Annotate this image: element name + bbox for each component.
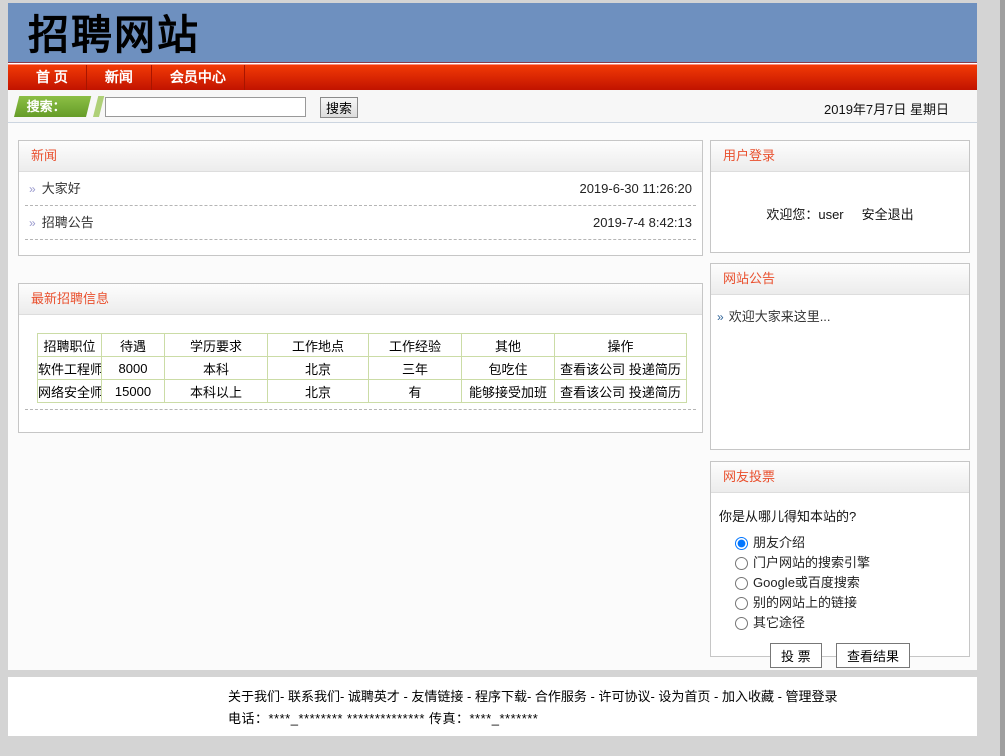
main-nav: 首 页 新闻 会员中心 [8, 65, 977, 90]
job-location: 北京 [268, 357, 369, 380]
col-actions: 操作 [555, 334, 687, 357]
col-education: 学历要求 [165, 334, 268, 357]
col-experience: 工作经验 [369, 334, 462, 357]
poll-radio[interactable] [735, 597, 748, 610]
notice-panel-title: 网站公告 [711, 264, 969, 295]
notice-text[interactable]: 欢迎大家来这里... [729, 309, 831, 324]
jobs-dashed-divider [25, 409, 696, 410]
footer: 关于我们- 联系我们- 诚聘英才 - 友情链接 - 程序下载- 合作服务 - 许… [8, 677, 977, 736]
poll-option-label: Google或百度搜索 [753, 573, 860, 593]
news-item[interactable]: » 大家好 2019-6-30 11:26:20 [25, 172, 696, 206]
job-experience: 三年 [369, 357, 462, 380]
news-item-time: 2019-6-30 11:26:20 [579, 172, 692, 206]
col-salary: 待遇 [102, 334, 165, 357]
news-list: » 大家好 2019-6-30 11:26:20 » 招聘公告 2019-7-4 8… [19, 172, 702, 240]
poll-option[interactable]: 门户网站的搜索引擎 [735, 553, 969, 573]
view-company-link[interactable]: 查看该公司 [560, 362, 625, 377]
notice-item[interactable]: » 欢迎大家来这里... [711, 295, 969, 336]
table-row: 网络安全师 15000 本科以上 北京 有 能够接受加班 查看该公司 投递简历 [38, 380, 687, 403]
site-title: 招聘网站 [8, 3, 977, 59]
col-location: 工作地点 [268, 334, 369, 357]
search-button[interactable]: 搜索 [320, 97, 358, 118]
poll-option-label: 其它途径 [753, 613, 805, 633]
news-panel-title: 新闻 [19, 141, 702, 172]
news-item[interactable]: » 招聘公告 2019-7-4 8:42:13 [25, 206, 696, 240]
username: user [818, 207, 843, 222]
news-panel: 新闻 » 大家好 2019-6-30 11:26:20 » 招聘公告 2019-7-… [18, 140, 703, 256]
col-other: 其他 [462, 334, 555, 357]
footer-links[interactable]: 关于我们- 联系我们- 诚聘英才 - 友情链接 - 程序下载- 合作服务 - 许… [228, 686, 977, 708]
jobs-table: 招聘职位 待遇 学历要求 工作地点 工作经验 其他 操作 软件工程师 8000 … [37, 333, 687, 403]
apply-link[interactable]: 投递简历 [629, 362, 681, 377]
apply-link[interactable]: 投递简历 [629, 385, 681, 400]
jobs-panel-title: 最新招聘信息 [19, 284, 702, 315]
login-panel-title: 用户登录 [711, 141, 969, 172]
login-panel: 用户登录 欢迎您：user 安全退出 [710, 140, 970, 253]
poll-option[interactable]: Google或百度搜索 [735, 573, 969, 593]
page: 招聘网站 首 页 新闻 会员中心 搜索： 搜索 2019年7月7日 星期日 新闻… [8, 3, 977, 736]
poll-option[interactable]: 其它途径 [735, 613, 969, 633]
search-ribbon-stripe [93, 96, 104, 117]
poll-radio[interactable] [735, 537, 748, 550]
search-label-ribbon: 搜索： [14, 96, 91, 117]
nav-item-member-center[interactable]: 会员中心 [152, 65, 245, 90]
window-edge-strip [1000, 0, 1005, 756]
news-item-title[interactable]: 大家好 [42, 181, 81, 196]
job-education: 本科以上 [165, 380, 268, 403]
jobs-table-header-row: 招聘职位 待遇 学历要求 工作地点 工作经验 其他 操作 [38, 334, 687, 357]
poll-buttons: 投 票 查看结果 [711, 643, 969, 668]
job-education: 本科 [165, 357, 268, 380]
job-salary: 8000 [102, 357, 165, 380]
table-row: 软件工程师 8000 本科 北京 三年 包吃住 查看该公司 投递简历 [38, 357, 687, 380]
job-location: 北京 [268, 380, 369, 403]
search-label: 搜索： [17, 96, 89, 117]
nav-item-news[interactable]: 新闻 [87, 65, 152, 90]
poll-question: 你是从哪儿得知本站的? [711, 493, 969, 533]
job-other: 包吃住 [462, 357, 555, 380]
poll-option-label: 门户网站的搜索引擎 [753, 553, 870, 573]
current-date: 2019年7月7日 星期日 [824, 99, 949, 118]
bullet-arrows-icon: » [29, 182, 36, 196]
search-input[interactable] [105, 97, 306, 117]
job-position: 软件工程师 [38, 357, 102, 380]
main-content: 新闻 » 大家好 2019-6-30 11:26:20 » 招聘公告 2019-7-… [8, 123, 977, 670]
poll-radio[interactable] [735, 577, 748, 590]
nav-item-home[interactable]: 首 页 [18, 65, 87, 90]
poll-panel-title: 网友投票 [711, 462, 969, 493]
job-position: 网络安全师 [38, 380, 102, 403]
poll-option[interactable]: 朋友介绍 [735, 533, 969, 553]
job-salary: 15000 [102, 380, 165, 403]
poll-options: 朋友介绍 门户网站的搜索引擎 Google或百度搜索 别的网站上的链接 其它途径 [735, 533, 969, 633]
bullet-arrows-icon: » [29, 216, 36, 230]
vote-button[interactable]: 投 票 [770, 643, 822, 668]
site-header: 招聘网站 [8, 3, 977, 62]
poll-option-label: 朋友介绍 [753, 533, 805, 553]
jobs-panel: 最新招聘信息 招聘职位 待遇 学历要求 工作地点 工作经验 其他 操作 软件工程… [18, 283, 703, 433]
poll-option[interactable]: 别的网站上的链接 [735, 593, 969, 613]
job-actions: 查看该公司 投递简历 [555, 380, 687, 403]
poll-radio[interactable] [735, 617, 748, 630]
col-position: 招聘职位 [38, 334, 102, 357]
welcome-label: 欢迎您： [766, 207, 818, 222]
news-item-time: 2019-7-4 8:42:13 [593, 206, 692, 240]
footer-contact-info: 电话：****_******** ************** 传真：****_… [228, 708, 977, 730]
poll-radio[interactable] [735, 557, 748, 570]
view-company-link[interactable]: 查看该公司 [560, 385, 625, 400]
bullet-arrow-icon: » [717, 310, 724, 324]
login-status: 欢迎您：user 安全退出 [711, 172, 969, 223]
job-experience: 有 [369, 380, 462, 403]
news-item-title[interactable]: 招聘公告 [42, 215, 94, 230]
view-results-button[interactable]: 查看结果 [836, 643, 910, 668]
logout-link[interactable]: 安全退出 [862, 207, 914, 222]
poll-panel: 网友投票 你是从哪儿得知本站的? 朋友介绍 门户网站的搜索引擎 Google或百… [710, 461, 970, 657]
job-other: 能够接受加班 [462, 380, 555, 403]
search-bar: 搜索： 搜索 2019年7月7日 星期日 [8, 90, 977, 123]
notice-panel: 网站公告 » 欢迎大家来这里... [710, 263, 970, 450]
poll-option-label: 别的网站上的链接 [753, 593, 857, 613]
job-actions: 查看该公司 投递简历 [555, 357, 687, 380]
